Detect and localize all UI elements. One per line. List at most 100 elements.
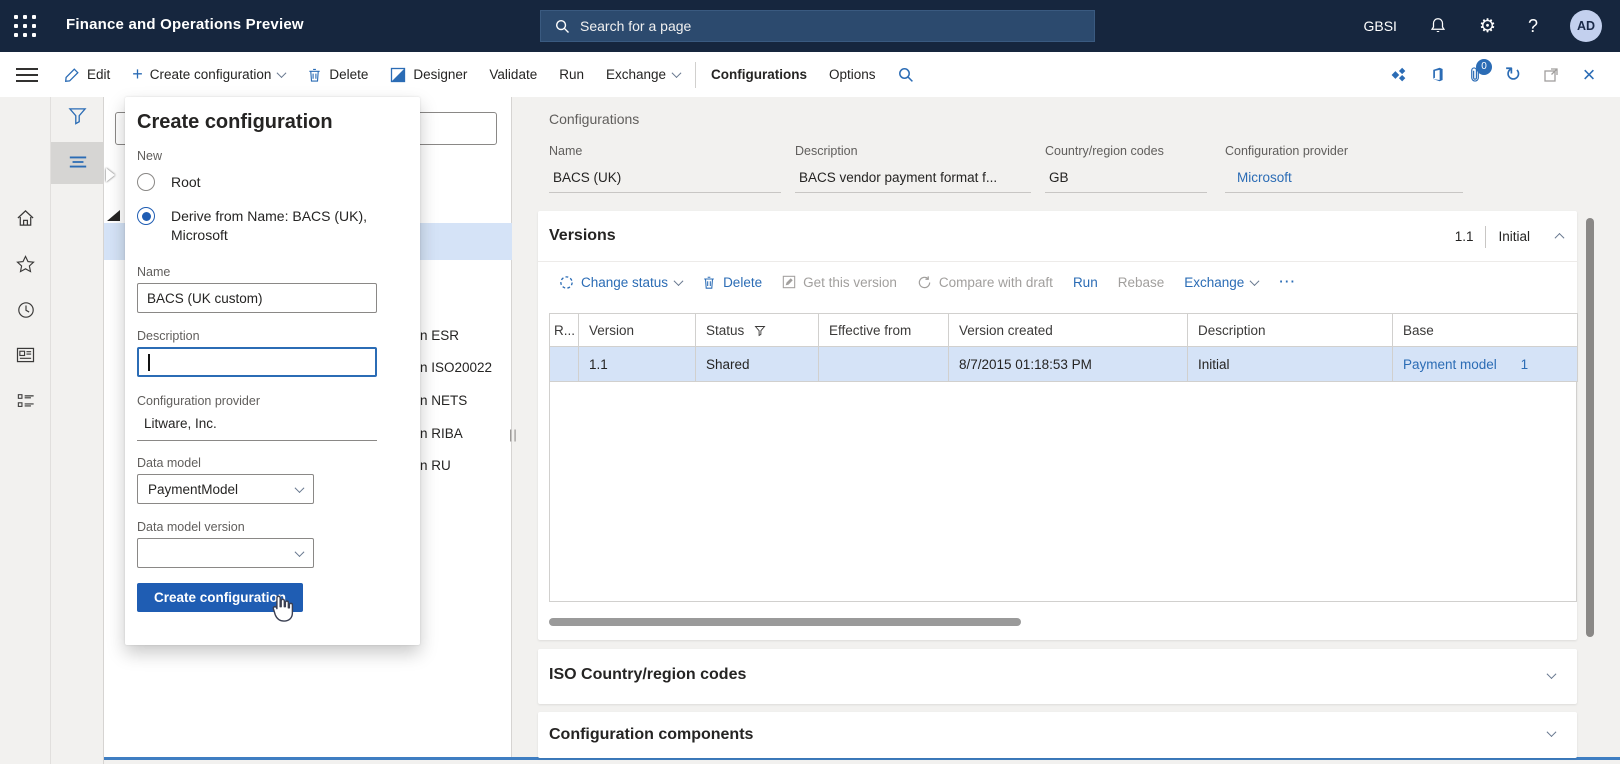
provider-link[interactable]: Microsoft (1225, 170, 1463, 193)
name-input[interactable]: BACS (UK custom) (137, 283, 377, 313)
workspaces-icon[interactable] (0, 338, 51, 372)
create-configuration-button[interactable]: + Create configuration (121, 52, 296, 97)
description-input[interactable] (137, 347, 377, 377)
table-empty-area (549, 382, 1577, 602)
dynamics-diamonds-icon[interactable] (1382, 58, 1416, 92)
provider-label: Configuration provider (137, 394, 260, 408)
settings-gear-icon[interactable]: ⚙ (1463, 0, 1512, 52)
exchange-button[interactable]: Exchange (595, 52, 691, 97)
modules-list-icon[interactable] (0, 384, 51, 418)
designer-button[interactable]: Designer (379, 52, 478, 97)
delete-version-button[interactable]: Delete (692, 262, 772, 302)
country-value[interactable]: GB (1045, 170, 1207, 193)
col-effective-from[interactable]: Effective from (818, 313, 949, 347)
col-version[interactable]: Version (578, 313, 696, 347)
panel-resize-handle[interactable]: || (509, 427, 518, 442)
company-picker[interactable]: GBSI (1347, 0, 1412, 52)
compare-icon (917, 275, 932, 290)
horizontal-scrollbar-thumb[interactable] (549, 618, 1021, 626)
data-model-version-select[interactable] (137, 538, 314, 568)
table-header-row: R... Version Status Effective from Versi… (549, 313, 1578, 347)
refresh-icon[interactable]: ↻ (1496, 58, 1530, 92)
description-value[interactable]: BACS vendor payment format f... (795, 170, 1031, 193)
radio-button-selected-icon (137, 207, 155, 225)
tree-expanded-marker-icon (107, 210, 120, 221)
base-link[interactable]: Payment model (1403, 357, 1497, 372)
validate-button[interactable]: Validate (478, 52, 548, 97)
filter-funnel-icon[interactable] (51, 107, 104, 125)
mouse-cursor-hand (268, 594, 296, 624)
collapse-section-chevron-icon[interactable] (1554, 232, 1565, 243)
header-field-provider: Configuration provider Microsoft (1225, 144, 1463, 193)
designer-ruler-icon (390, 67, 406, 83)
current-version: 1.1 (1454, 229, 1474, 244)
tab-configurations[interactable]: Configurations (700, 52, 818, 97)
table-row[interactable]: 1.1 Shared 8/7/2015 01:18:53 PM Initial … (549, 346, 1578, 382)
col-base[interactable]: Base (1392, 313, 1578, 347)
actionbar-search-icon[interactable] (887, 52, 925, 97)
compare-with-draft-button[interactable]: Compare with draft (907, 262, 1063, 302)
row-selector-cell[interactable] (549, 346, 579, 382)
tree-item[interactable]: n ESR (420, 328, 510, 343)
app-title: Finance and Operations Preview (66, 16, 304, 33)
trash-icon (307, 67, 322, 83)
left-nav-rail (0, 97, 51, 764)
chevron-down-icon (1249, 275, 1260, 286)
user-avatar[interactable]: AD (1554, 0, 1620, 52)
expand-section-chevron-icon[interactable] (1546, 668, 1557, 679)
exchange-version-button[interactable]: Exchange (1174, 262, 1268, 302)
attachments-icon[interactable]: 0 (1458, 58, 1492, 92)
col-description[interactable]: Description (1187, 313, 1393, 347)
vertical-scrollbar-thumb[interactable] (1586, 218, 1594, 637)
col-version-created[interactable]: Version created (948, 313, 1188, 347)
iso-country-codes-section[interactable]: ISO Country/region codes (538, 649, 1577, 704)
data-model-label: Data model (137, 456, 201, 470)
divider (1485, 225, 1487, 248)
app-launcher-icon[interactable] (14, 15, 37, 38)
office-icon[interactable] (1420, 58, 1454, 92)
versions-section: Versions 1.1 Initial Change status Delet… (538, 211, 1578, 640)
favorites-star-icon[interactable] (0, 247, 51, 281)
col-status[interactable]: Status (695, 313, 819, 347)
page-search-box[interactable]: Search for a page (540, 10, 1095, 42)
tab-options[interactable]: Options (818, 52, 887, 97)
status-cell: Shared (695, 346, 819, 382)
new-group-label: New (137, 149, 163, 163)
expand-panel-chevron-icon[interactable] (106, 168, 115, 182)
chevron-down-icon (673, 275, 684, 286)
get-this-version-button[interactable]: Get this version (772, 262, 907, 302)
attachments-count-badge: 0 (1476, 58, 1492, 75)
change-status-button[interactable]: Change status (549, 262, 692, 302)
tree-item[interactable]: n NETS (420, 393, 510, 408)
run-version-button[interactable]: Run (1063, 262, 1108, 302)
close-icon[interactable]: × (1572, 58, 1606, 92)
delete-button[interactable]: Delete (296, 52, 379, 97)
run-button[interactable]: Run (548, 52, 595, 97)
home-icon[interactable] (0, 201, 51, 235)
edit-button[interactable]: Edit (53, 52, 121, 97)
chevron-down-icon (276, 68, 287, 79)
hamburger-menu-icon[interactable] (16, 67, 38, 82)
versions-title: Versions (549, 227, 616, 244)
version-cell: 1.1 (578, 346, 696, 382)
tree-item[interactable]: n RIBA (420, 426, 510, 441)
search-icon (555, 19, 570, 34)
tool-strip-selected-tile[interactable] (51, 142, 104, 184)
expand-section-chevron-icon[interactable] (1546, 727, 1557, 738)
configuration-components-section[interactable]: Configuration components (538, 712, 1577, 758)
rebase-button[interactable]: Rebase (1108, 262, 1175, 302)
radio-derive[interactable]: Derive from Name: BACS (UK), Microsoft (137, 207, 408, 245)
recent-clock-icon[interactable] (0, 293, 51, 327)
tree-item[interactable]: n RU (420, 458, 510, 473)
name-value[interactable]: BACS (UK) (549, 170, 781, 193)
more-options-ellipsis[interactable]: ⋯ (1268, 262, 1307, 302)
col-select[interactable]: R... (549, 313, 579, 347)
base-count: 1 (1520, 356, 1529, 372)
tree-item[interactable]: n ISO20022 (420, 360, 510, 375)
data-model-select[interactable]: PaymentModel (137, 474, 314, 504)
help-icon[interactable]: ? (1512, 0, 1554, 52)
notifications-bell-icon[interactable] (1413, 0, 1463, 52)
radio-root[interactable]: Root (137, 173, 408, 191)
open-in-new-window-icon[interactable] (1534, 58, 1568, 92)
radio-button-icon (137, 173, 155, 191)
